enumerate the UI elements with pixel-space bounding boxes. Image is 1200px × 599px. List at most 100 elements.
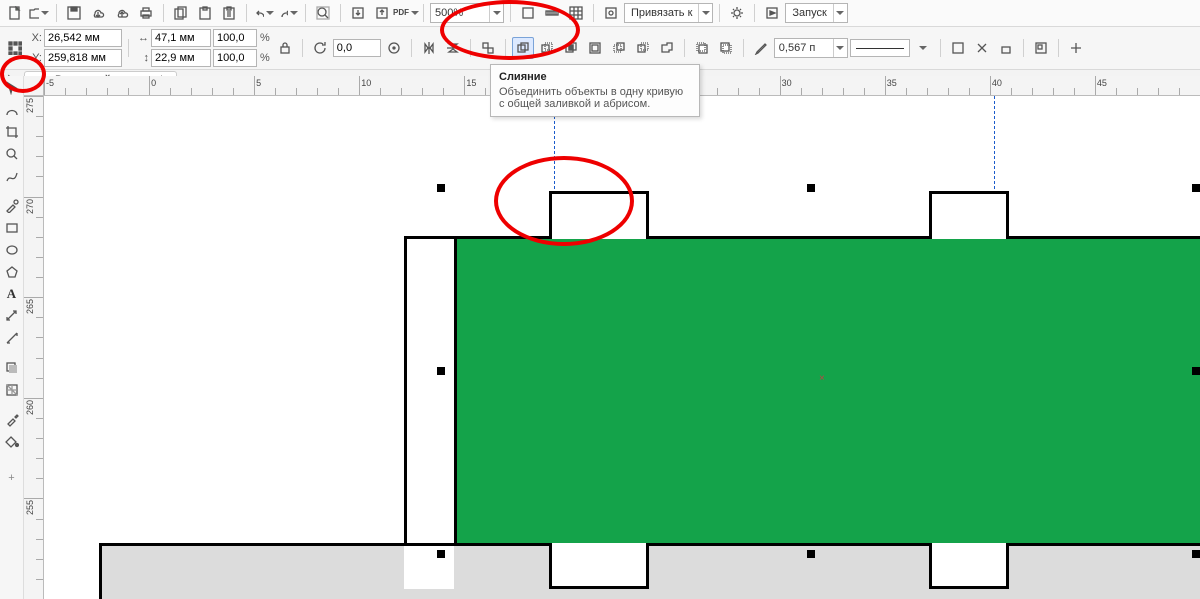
- selection-handle[interactable]: [1192, 550, 1200, 558]
- tool-expand[interactable]: +: [2, 468, 22, 488]
- ruler-tick-label: 270: [26, 199, 36, 214]
- new-button[interactable]: [4, 2, 26, 24]
- selection-handle[interactable]: [1192, 184, 1200, 192]
- chevron-down-icon[interactable]: [833, 4, 847, 22]
- chevron-down-icon[interactable]: [833, 39, 847, 57]
- select-mode-icon[interactable]: [4, 37, 26, 59]
- tool-eyedrop[interactable]: [2, 410, 22, 430]
- cloud-down-icon: [91, 6, 105, 20]
- outline-pen-button[interactable]: [750, 37, 772, 59]
- launch-combo[interactable]: Запуск: [785, 3, 847, 23]
- tool-pick[interactable]: [2, 78, 22, 98]
- align-button[interactable]: [477, 37, 499, 59]
- lock-ratio-button[interactable]: [274, 37, 296, 59]
- tool-shadow[interactable]: [2, 358, 22, 378]
- ruler-tick-label: 35: [887, 79, 897, 89]
- selection-handle[interactable]: [807, 550, 815, 558]
- shape-green-rect[interactable]: [454, 236, 1200, 546]
- lock-button: [995, 37, 1017, 59]
- rotation-center-button[interactable]: [383, 37, 405, 59]
- redo-icon: [278, 6, 288, 20]
- selection-handle[interactable]: [807, 184, 815, 192]
- order-back-button[interactable]: [715, 37, 737, 59]
- order-front-button[interactable]: [691, 37, 713, 59]
- copy-button[interactable]: [170, 2, 192, 24]
- tool-polygon[interactable]: [2, 262, 22, 282]
- line-style-chev[interactable]: [912, 37, 934, 59]
- lock-icon: [278, 41, 292, 55]
- rulers-button[interactable]: [541, 2, 563, 24]
- snap-combo[interactable]: Привязать к: [624, 3, 713, 23]
- y-input[interactable]: [44, 49, 122, 67]
- fullscreen-button[interactable]: [517, 2, 539, 24]
- ruler-tick-label: 10: [361, 79, 371, 89]
- open-button[interactable]: [28, 2, 50, 24]
- rotation-input[interactable]: [333, 39, 381, 57]
- export-button[interactable]: [371, 2, 393, 24]
- selection-handle[interactable]: [437, 550, 445, 558]
- tool-artistic[interactable]: [2, 196, 22, 216]
- weld-button[interactable]: [512, 37, 534, 59]
- scale-y-input[interactable]: [213, 49, 257, 67]
- zoom-combo[interactable]: 500%: [430, 3, 504, 23]
- shape-gray-rect[interactable]: [99, 543, 1200, 599]
- tool-zoom[interactable]: [2, 144, 22, 164]
- tool-text[interactable]: A: [2, 284, 22, 304]
- container-button[interactable]: [1030, 37, 1052, 59]
- drawing-canvas[interactable]: ×: [44, 96, 1200, 599]
- line-style-combo[interactable]: [850, 39, 910, 57]
- ellipse-icon: [5, 243, 19, 257]
- ruler-corner: [24, 76, 44, 96]
- main-toolbar: PDF 500% Привязать к Запуск: [0, 0, 1200, 27]
- x-input[interactable]: [44, 29, 122, 47]
- simplify-button[interactable]: [584, 37, 606, 59]
- h-input[interactable]: [151, 49, 211, 67]
- chevron-down-icon[interactable]: [698, 4, 712, 22]
- tool-transparency[interactable]: [2, 380, 22, 400]
- redo-button[interactable]: [277, 2, 299, 24]
- rect-icon: [5, 221, 19, 235]
- w-input[interactable]: [151, 29, 211, 47]
- undo-button[interactable]: [253, 2, 275, 24]
- selection-handle[interactable]: [1192, 367, 1200, 375]
- import-button[interactable]: [347, 2, 369, 24]
- line-preview: [856, 48, 904, 49]
- tool-fill[interactable]: [2, 432, 22, 452]
- rotate-button[interactable]: [309, 37, 331, 59]
- cloud-down-button[interactable]: [87, 2, 109, 24]
- shape-tab[interactable]: [549, 191, 649, 239]
- outline-width-combo[interactable]: 0,567 п: [774, 38, 848, 58]
- save-button[interactable]: [63, 2, 85, 24]
- print-button[interactable]: [135, 2, 157, 24]
- tool-crop[interactable]: [2, 122, 22, 142]
- selection-handle[interactable]: [437, 367, 445, 375]
- tool-connector[interactable]: [2, 328, 22, 348]
- tool-shape[interactable]: [2, 100, 22, 120]
- shape-tab[interactable]: [929, 191, 1009, 239]
- tool-freehand[interactable]: [2, 166, 22, 186]
- options-button[interactable]: [726, 2, 748, 24]
- trim-button[interactable]: [536, 37, 558, 59]
- mirror-h-button[interactable]: [418, 37, 440, 59]
- mirror-v-button[interactable]: [442, 37, 464, 59]
- grid-button[interactable]: [565, 2, 587, 24]
- selection-handle[interactable]: [437, 184, 445, 192]
- canvas-area[interactable]: -505101520253035404550 27527026526025525…: [24, 76, 1200, 599]
- tool-rectangle[interactable]: [2, 218, 22, 238]
- pdf-button[interactable]: PDF: [395, 2, 417, 24]
- tool-dimension[interactable]: [2, 306, 22, 326]
- snap-toggle[interactable]: [600, 2, 622, 24]
- cloud-up-button[interactable]: [111, 2, 133, 24]
- launch-button[interactable]: [761, 2, 783, 24]
- search-button[interactable]: [312, 2, 334, 24]
- paste-button[interactable]: [194, 2, 216, 24]
- back-minus-front-button[interactable]: [632, 37, 654, 59]
- scale-x-input[interactable]: [213, 29, 257, 47]
- intersect-button[interactable]: [560, 37, 582, 59]
- clipboard-button[interactable]: [218, 2, 240, 24]
- tool-ellipse[interactable]: [2, 240, 22, 260]
- chevron-down-icon[interactable]: [489, 4, 503, 22]
- grid-icon: [569, 6, 583, 20]
- front-minus-back-button[interactable]: [608, 37, 630, 59]
- boundary-button[interactable]: [656, 37, 678, 59]
